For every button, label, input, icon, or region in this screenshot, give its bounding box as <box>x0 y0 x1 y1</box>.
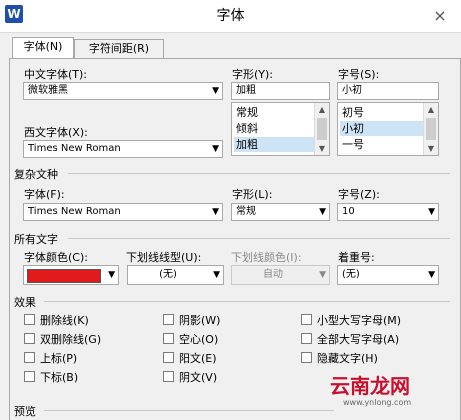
underline-color-select: 自动 ▼ <box>231 265 330 285</box>
double-strikethrough-label: 双删除线(G) <box>40 333 102 346</box>
shadow-checkbox[interactable] <box>163 314 174 325</box>
complex-style-select[interactable]: 常规 ▼ <box>231 203 330 221</box>
subscript-label: 下标(B) <box>40 371 79 384</box>
list-item[interactable]: 初号 <box>340 105 426 120</box>
double-strikethrough-checkbox[interactable] <box>24 333 35 344</box>
subscript-checkbox[interactable] <box>24 371 35 382</box>
scrollbar[interactable]: ▲ ▼ <box>314 103 329 155</box>
font-color-picker[interactable]: ▼ <box>23 265 119 285</box>
divider <box>44 410 334 411</box>
outline-checkbox[interactable] <box>163 333 174 344</box>
chinese-font-label: 中文字体(T): <box>24 68 88 81</box>
complex-size-value: 10 <box>342 206 355 217</box>
font-size-list[interactable]: 初号 小初 一号 ▲ ▼ <box>337 102 439 156</box>
shadow-label: 阴影(W) <box>179 314 221 327</box>
complex-style-label: 字形(L): <box>232 188 273 201</box>
divider <box>68 238 450 239</box>
chevron-down-icon: ▼ <box>319 270 326 280</box>
scroll-down-icon[interactable]: ▼ <box>424 142 438 155</box>
font-size-input[interactable]: 小初 <box>337 82 439 100</box>
underline-style-value: (无) <box>159 269 177 280</box>
font-size-label: 字号(S): <box>338 68 380 81</box>
scroll-up-icon[interactable]: ▲ <box>424 103 438 116</box>
underline-style-select[interactable]: (无) ▼ <box>127 265 224 285</box>
list-item[interactable]: 倾斜 <box>234 121 316 136</box>
outline-label: 空心(O) <box>179 333 219 346</box>
complex-font-select[interactable]: Times New Roman ▼ <box>23 203 223 221</box>
underline-style-label: 下划线线型(U): <box>126 251 202 264</box>
all-text-section-title: 所有文字 <box>14 233 58 246</box>
effects-section-title: 效果 <box>14 296 36 309</box>
hidden-text-checkbox[interactable] <box>301 352 312 363</box>
western-font-label: 西文字体(X): <box>24 126 88 139</box>
chevron-down-icon: ▼ <box>108 270 115 280</box>
complex-size-select[interactable]: 10 ▼ <box>337 203 439 221</box>
chinese-font-value: 微软雅黑 <box>28 85 68 96</box>
western-font-select[interactable]: Times New Roman ▼ <box>23 140 223 158</box>
font-style-list[interactable]: 常规 倾斜 加粗 ▲ ▼ <box>231 102 330 156</box>
watermark-logo: 云南龙网 <box>330 374 410 398</box>
list-item[interactable]: 常规 <box>234 105 316 120</box>
close-icon[interactable]: × <box>430 6 450 26</box>
tab-font[interactable]: 字体(N) <box>12 37 74 58</box>
font-size-value: 小初 <box>342 85 362 96</box>
chevron-down-icon: ▼ <box>212 144 219 154</box>
font-color-label: 字体颜色(C): <box>24 251 88 264</box>
font-style-input[interactable]: 加粗 <box>231 82 330 100</box>
strikethrough-label: 删除线(K) <box>40 314 89 327</box>
superscript-label: 上标(P) <box>40 352 78 365</box>
scrollbar-thumb[interactable] <box>317 118 327 140</box>
chevron-down-icon: ▼ <box>319 207 326 217</box>
emboss-checkbox[interactable] <box>163 352 174 363</box>
complex-size-label: 字号(Z): <box>338 188 380 201</box>
scrollbar-thumb[interactable] <box>426 118 436 140</box>
complex-section-title: 复杂文种 <box>14 168 58 181</box>
font-style-label: 字形(Y): <box>232 68 274 81</box>
engrave-label: 阴文(V) <box>179 371 218 384</box>
engrave-checkbox[interactable] <box>163 371 174 382</box>
scrollbar[interactable]: ▲ ▼ <box>423 103 438 155</box>
emboss-label: 阳文(E) <box>179 352 217 365</box>
chevron-down-icon: ▼ <box>428 207 435 217</box>
scroll-up-icon[interactable]: ▲ <box>315 103 329 116</box>
chevron-down-icon: ▼ <box>212 207 219 217</box>
underline-color-value: 自动 <box>263 269 283 280</box>
preview-section-title: 预览 <box>14 405 36 418</box>
scroll-down-icon[interactable]: ▼ <box>315 142 329 155</box>
font-color-swatch <box>27 269 101 283</box>
window-title: 字体 <box>216 8 245 24</box>
list-item-selected[interactable]: 小初 <box>340 121 426 136</box>
all-caps-label: 全部大写字母(A) <box>317 333 400 346</box>
complex-style-value: 常规 <box>236 206 256 217</box>
chevron-down-icon: ▼ <box>213 270 220 280</box>
small-caps-label: 小型大写字母(M) <box>317 314 402 327</box>
underline-color-label: 下划线颜色(I): <box>231 251 302 264</box>
small-caps-checkbox[interactable] <box>301 314 312 325</box>
chevron-down-icon: ▼ <box>428 270 435 280</box>
tab-character-spacing[interactable]: 字符间距(R) <box>74 39 164 58</box>
divider <box>68 173 450 174</box>
superscript-checkbox[interactable] <box>24 352 35 363</box>
chevron-down-icon: ▼ <box>212 86 219 96</box>
complex-font-label: 字体(F): <box>24 188 65 201</box>
hidden-text-label: 隐藏文字(H) <box>317 352 378 365</box>
list-item[interactable]: 一号 <box>340 137 426 152</box>
all-caps-checkbox[interactable] <box>301 333 312 344</box>
list-item-selected[interactable]: 加粗 <box>234 137 316 152</box>
emphasis-select[interactable]: (无) ▼ <box>337 265 439 285</box>
strikethrough-checkbox[interactable] <box>24 314 35 325</box>
complex-font-value: Times New Roman <box>28 206 121 217</box>
emphasis-value: (无) <box>342 269 360 280</box>
font-style-value: 加粗 <box>236 85 256 96</box>
western-font-value: Times New Roman <box>28 143 121 154</box>
chinese-font-select[interactable]: 微软雅黑 ▼ <box>23 82 223 100</box>
divider <box>44 301 450 302</box>
watermark-url: www.ynlong.com <box>343 398 412 407</box>
emphasis-label: 着重号: <box>338 251 375 264</box>
